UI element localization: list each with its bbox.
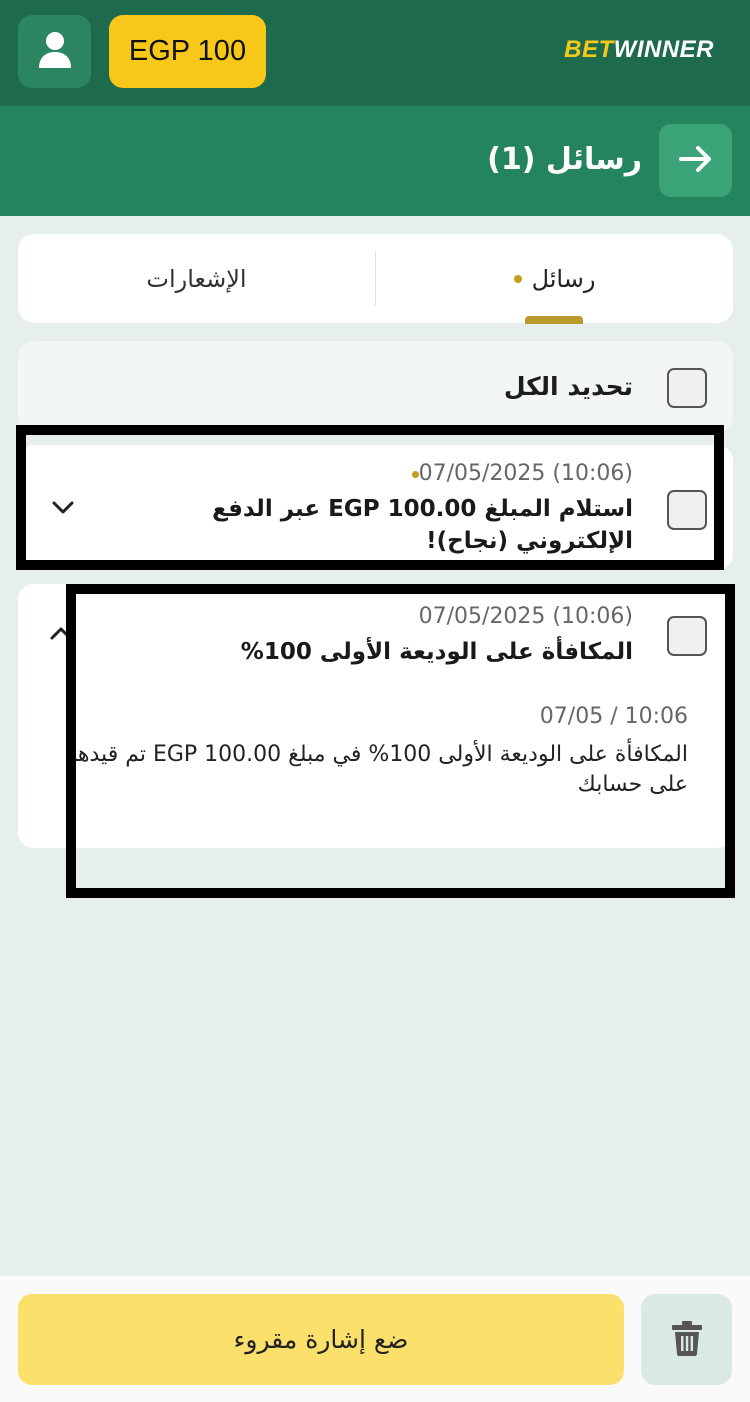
brand-logo-part1: BET [564,36,614,63]
delete-button[interactable] [641,1294,732,1385]
tab-messages-label: رسائل [531,264,596,293]
active-tab-indicator [525,316,583,324]
trash-icon [671,1320,703,1360]
highlight-box [66,584,735,898]
unread-dot [513,274,522,283]
select-all-row: تحديد الكل [18,341,733,433]
balance-button[interactable]: EGP 100 [109,15,266,88]
profile-button[interactable] [18,15,91,88]
tab-divider [375,252,376,306]
user-icon [38,31,72,73]
brand-logo[interactable]: BETWINNER [564,36,714,64]
top-bar: EGP 100 BETWINNER [0,0,750,106]
tab-notifications-label: الإشعارات [146,264,247,293]
select-all-checkbox[interactable] [667,368,707,408]
bottom-action-bar: ضع إشارة مقروء [0,1276,750,1402]
highlight-box [16,425,724,570]
select-all-label: تحديد الكل [503,372,633,401]
back-button[interactable] [659,124,732,197]
tab-bar: رسائل الإشعارات [18,234,733,324]
page-header: رسائل (1) [0,106,750,216]
brand-logo-part2: WINNER [613,36,714,63]
arrow-right-icon [678,145,713,177]
mark-as-read-button[interactable]: ضع إشارة مقروء [18,1294,624,1385]
tab-messages[interactable]: رسائل [376,234,733,323]
tab-notifications[interactable]: الإشعارات [18,234,375,323]
page-title: رسائل (1) [487,142,642,177]
